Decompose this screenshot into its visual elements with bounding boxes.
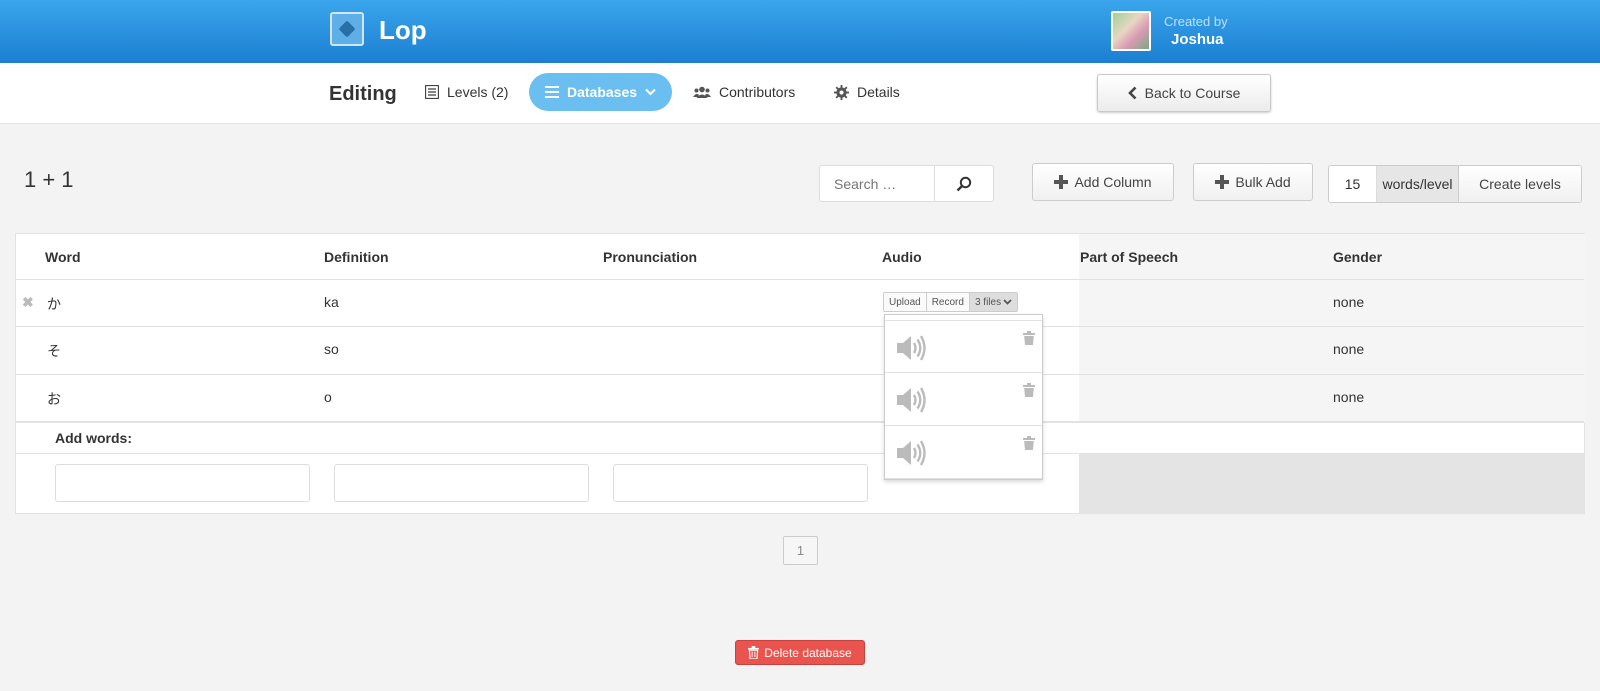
cell-gender[interactable]: none xyxy=(1333,341,1364,357)
bulk-add-label: Bulk Add xyxy=(1235,174,1291,190)
speaker-icon[interactable] xyxy=(895,438,927,468)
audio-files-label: 3 files xyxy=(974,296,1002,308)
words-per-level-input[interactable] xyxy=(1329,166,1377,202)
add-column-label: Add Column xyxy=(1074,174,1152,190)
database-table: Word Definition Pronunciation Audio Part… xyxy=(15,233,1585,514)
cell-definition[interactable]: ka xyxy=(324,294,339,310)
disabled-add-area xyxy=(1079,453,1585,514)
chevron-down-icon xyxy=(1003,299,1012,305)
creator-avatar[interactable] xyxy=(1111,11,1151,51)
column-header-pronunciation[interactable]: Pronunciation xyxy=(603,249,697,265)
database-title: 1 + 1 xyxy=(24,167,74,192)
plus-icon xyxy=(1215,175,1230,189)
audio-file-item xyxy=(885,320,1042,373)
pagination-page-button[interactable]: 1 xyxy=(783,536,818,565)
new-pronunciation-input[interactable] xyxy=(613,464,868,502)
tab-contributors-label: Contributors xyxy=(719,84,796,100)
chevron-down-icon xyxy=(645,88,656,96)
tab-databases[interactable]: Databases xyxy=(529,73,673,111)
column-header-gender[interactable]: Gender xyxy=(1333,249,1382,265)
app-logo-icon[interactable] xyxy=(330,12,364,46)
delete-row-icon[interactable]: ✖ xyxy=(22,294,34,311)
back-to-course-label: Back to Course xyxy=(1144,85,1241,101)
delete-database-label: Delete database xyxy=(764,645,852,660)
tab-levels[interactable]: Levels (2) xyxy=(425,73,508,111)
search-button[interactable] xyxy=(935,166,993,201)
search-input[interactable] xyxy=(820,166,935,201)
create-levels-button[interactable]: Create levels xyxy=(1459,166,1581,202)
row-divider xyxy=(16,326,1584,327)
tab-contributors[interactable]: Contributors xyxy=(693,73,795,111)
created-by-label: Created by xyxy=(1164,14,1228,29)
top-header-bar: Lop Created by Joshua xyxy=(0,0,1600,63)
speaker-icon[interactable] xyxy=(895,333,927,363)
new-definition-input[interactable] xyxy=(334,464,589,502)
cell-word[interactable]: お xyxy=(47,389,61,409)
cell-word[interactable]: そ xyxy=(47,341,61,361)
audio-file-item xyxy=(885,426,1042,479)
speaker-icon[interactable] xyxy=(895,385,927,415)
cell-gender[interactable]: none xyxy=(1333,389,1364,405)
add-column-button[interactable]: Add Column xyxy=(1032,163,1174,201)
back-to-course-button[interactable]: Back to Course xyxy=(1097,74,1271,112)
tab-details-label: Details xyxy=(857,84,900,100)
row-divider xyxy=(16,453,1584,454)
add-words-label: Add words: xyxy=(55,430,132,446)
audio-controls: Upload Record 3 files xyxy=(883,292,1019,312)
chevron-left-icon xyxy=(1127,86,1137,100)
row-divider xyxy=(16,279,1584,280)
tab-databases-label: Databases xyxy=(567,84,638,100)
gear-icon xyxy=(834,84,849,100)
search-box xyxy=(819,165,994,202)
record-audio-button[interactable]: Record xyxy=(926,293,970,311)
cell-definition[interactable]: o xyxy=(324,389,332,405)
audio-file-item xyxy=(885,373,1042,426)
menu-lines-icon xyxy=(545,86,559,98)
creator-name-link[interactable]: Joshua xyxy=(1171,31,1224,48)
words-per-level-label: words/level xyxy=(1377,166,1459,202)
app-title[interactable]: Lop xyxy=(379,15,427,46)
editing-nav-bar: Editing Levels (2) Databases Contributor… xyxy=(0,63,1600,124)
users-icon xyxy=(693,86,711,98)
upload-audio-button[interactable]: Upload xyxy=(884,293,927,311)
trash-icon[interactable] xyxy=(1023,436,1035,450)
column-header-word[interactable]: Word xyxy=(45,249,81,265)
trash-icon[interactable] xyxy=(1023,383,1035,397)
row-divider xyxy=(16,374,1584,375)
bulk-add-button[interactable]: Bulk Add xyxy=(1193,163,1313,201)
audio-files-dropdown-button[interactable]: 3 files xyxy=(969,293,1018,311)
editing-label: Editing xyxy=(329,83,397,105)
delete-database-button[interactable]: Delete database xyxy=(735,640,865,665)
trash-icon xyxy=(748,646,760,659)
trash-icon[interactable] xyxy=(1023,331,1035,345)
cell-word[interactable]: か xyxy=(47,294,61,314)
audio-files-menu xyxy=(884,314,1043,480)
list-icon xyxy=(425,85,439,99)
cell-definition[interactable]: so xyxy=(324,341,339,357)
column-header-audio[interactable]: Audio xyxy=(882,249,922,265)
column-header-definition[interactable]: Definition xyxy=(324,249,389,265)
column-header-part-of-speech[interactable]: Part of Speech xyxy=(1080,249,1178,265)
row-divider xyxy=(16,421,1584,423)
create-levels-group: words/level Create levels xyxy=(1328,165,1582,203)
new-word-input[interactable] xyxy=(55,464,310,502)
cell-gender[interactable]: none xyxy=(1333,294,1364,310)
tab-details[interactable]: Details xyxy=(834,73,900,111)
tab-levels-label: Levels (2) xyxy=(447,84,509,100)
plus-icon xyxy=(1054,175,1069,189)
search-icon xyxy=(956,176,972,191)
